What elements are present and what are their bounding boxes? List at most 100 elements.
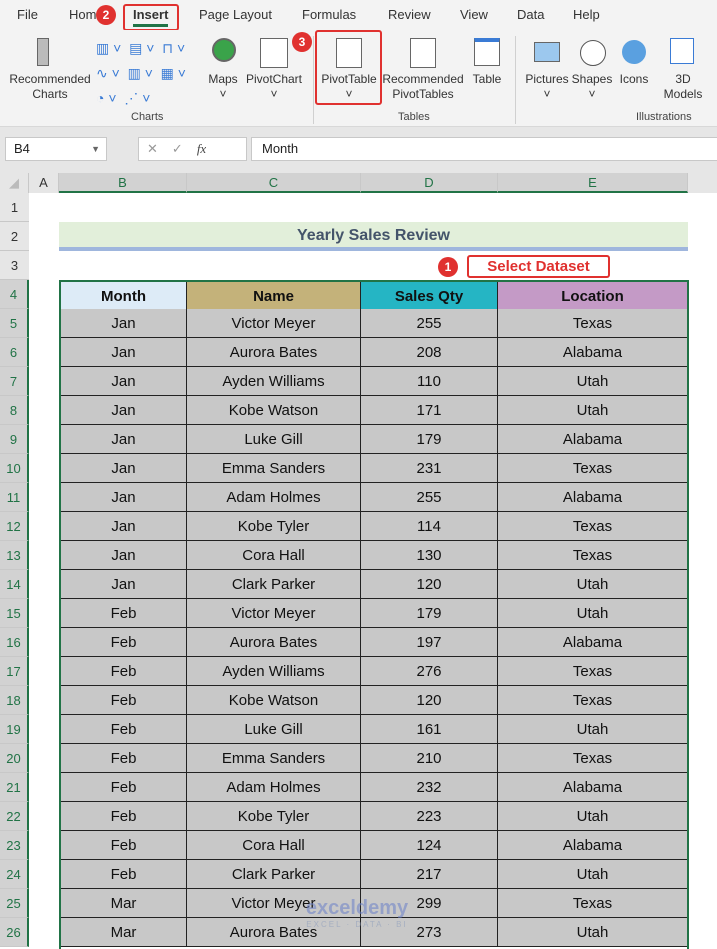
table-header-cell[interactable]: Month xyxy=(61,282,187,311)
table-cell[interactable]: Texas xyxy=(498,309,688,338)
table-cell[interactable]: Jan xyxy=(61,454,187,483)
shapes-button[interactable]: Shapes ˅ xyxy=(571,72,613,102)
table-cell[interactable]: Luke Gill xyxy=(187,425,361,454)
row-header-10[interactable]: 10 xyxy=(0,454,29,483)
table-cell[interactable]: 255 xyxy=(361,483,498,512)
table-cell[interactable]: Ayden Williams xyxy=(187,367,361,396)
tab-help[interactable]: Help xyxy=(573,7,600,22)
column-header-d[interactable]: D xyxy=(361,173,498,193)
row-header-19[interactable]: 19 xyxy=(0,715,29,744)
row-header-12[interactable]: 12 xyxy=(0,512,29,541)
table-cell[interactable]: Aurora Bates xyxy=(187,628,361,657)
table-cell[interactable]: Victor Meyer xyxy=(187,309,361,338)
table-cell[interactable]: Jan xyxy=(61,512,187,541)
table-cell[interactable]: Ayden Williams xyxy=(187,657,361,686)
table-cell[interactable]: Utah xyxy=(498,367,688,396)
table-cell[interactable]: Cora Hall xyxy=(187,541,361,570)
table-cell[interactable]: Clark Parker xyxy=(187,860,361,889)
row-header-26[interactable]: 26 xyxy=(0,918,29,947)
table-cell[interactable]: 231 xyxy=(361,454,498,483)
table-button[interactable]: Table xyxy=(468,72,506,87)
row-header-17[interactable]: 17 xyxy=(0,657,29,686)
row-header-4[interactable]: 4 xyxy=(0,280,29,309)
table-cell[interactable]: Jan xyxy=(61,309,187,338)
row-header-13[interactable]: 13 xyxy=(0,541,29,570)
row-header-5[interactable]: 5 xyxy=(0,309,29,338)
pivotchart-button[interactable]: PivotChart ˅ xyxy=(243,72,305,102)
table-cell[interactable]: Feb xyxy=(61,831,187,860)
table-cell[interactable]: 110 xyxy=(361,367,498,396)
table-cell[interactable]: Jan xyxy=(61,367,187,396)
table-cell[interactable]: Feb xyxy=(61,628,187,657)
table-cell[interactable]: Kobe Tyler xyxy=(187,802,361,831)
table-cell[interactable]: 232 xyxy=(361,773,498,802)
table-cell[interactable]: Feb xyxy=(61,715,187,744)
row-header-15[interactable]: 15 xyxy=(0,599,29,628)
table-cell[interactable]: 179 xyxy=(361,599,498,628)
row-header-14[interactable]: 14 xyxy=(0,570,29,599)
table-cell[interactable]: Jan xyxy=(61,425,187,454)
table-cell[interactable]: Alabama xyxy=(498,425,688,454)
formula-input[interactable]: Month xyxy=(251,137,717,161)
table-cell[interactable]: 130 xyxy=(361,541,498,570)
table-cell[interactable]: Texas xyxy=(498,744,688,773)
table-cell[interactable]: Utah xyxy=(498,715,688,744)
table-cell[interactable]: Texas xyxy=(498,512,688,541)
table-cell[interactable]: Kobe Watson xyxy=(187,396,361,425)
table-cell[interactable]: 208 xyxy=(361,338,498,367)
table-cell[interactable]: Utah xyxy=(498,918,688,947)
row-header-16[interactable]: 16 xyxy=(0,628,29,657)
table-cell[interactable]: Feb xyxy=(61,802,187,831)
table-cell[interactable]: Texas xyxy=(498,454,688,483)
tab-view[interactable]: View xyxy=(460,7,488,22)
table-cell[interactable]: Clark Parker xyxy=(187,570,361,599)
table-header-cell[interactable]: Sales Qty xyxy=(361,282,498,311)
table-cell[interactable]: Alabama xyxy=(498,628,688,657)
table-cell[interactable]: Texas xyxy=(498,889,688,918)
row-header-25[interactable]: 25 xyxy=(0,889,29,918)
table-cell[interactable]: 171 xyxy=(361,396,498,425)
table-cell[interactable]: Aurora Bates xyxy=(187,338,361,367)
row-header-1[interactable]: 1 xyxy=(0,193,29,222)
tab-formulas[interactable]: Formulas xyxy=(302,7,356,22)
insert-function-button[interactable]: fx xyxy=(197,141,206,156)
table-cell[interactable]: 120 xyxy=(361,570,498,599)
table-cell[interactable]: Emma Sanders xyxy=(187,454,361,483)
table-cell[interactable]: Emma Sanders xyxy=(187,744,361,773)
table-cell[interactable]: Alabama xyxy=(498,773,688,802)
row-header-21[interactable]: 21 xyxy=(0,773,29,802)
table-cell[interactable]: 276 xyxy=(361,657,498,686)
table-cell[interactable]: Mar xyxy=(61,918,187,947)
table-cell[interactable]: 197 xyxy=(361,628,498,657)
table-cell[interactable]: 217 xyxy=(361,860,498,889)
table-cell[interactable]: Utah xyxy=(498,599,688,628)
row-header-24[interactable]: 24 xyxy=(0,860,29,889)
table-cell[interactable]: Victor Meyer xyxy=(187,599,361,628)
select-all-button[interactable]: ◢ xyxy=(0,173,29,193)
table-cell[interactable]: Jan xyxy=(61,483,187,512)
tab-review[interactable]: Review xyxy=(388,7,431,22)
table-cell[interactable]: Feb xyxy=(61,599,187,628)
tab-page-layout[interactable]: Page Layout xyxy=(199,7,272,22)
table-cell[interactable]: Alabama xyxy=(498,483,688,512)
table-header-cell[interactable]: Location xyxy=(498,282,688,311)
table-cell[interactable]: 255 xyxy=(361,309,498,338)
table-cell[interactable]: Alabama xyxy=(498,338,688,367)
icons-button[interactable]: Icons xyxy=(616,72,652,87)
row-header-22[interactable]: 22 xyxy=(0,802,29,831)
recommended-pivottables-button[interactable]: Recommended PivotTables xyxy=(381,72,465,102)
column-header-a[interactable]: A xyxy=(29,173,59,193)
table-cell[interactable]: 179 xyxy=(361,425,498,454)
table-cell[interactable]: Jan xyxy=(61,338,187,367)
table-cell[interactable]: Utah xyxy=(498,860,688,889)
name-box[interactable]: B4 ▼ xyxy=(5,137,107,161)
table-cell[interactable]: Jan xyxy=(61,396,187,425)
row-header-18[interactable]: 18 xyxy=(0,686,29,715)
tab-file[interactable]: File xyxy=(17,7,38,22)
recommended-charts-button[interactable]: Recommended Charts xyxy=(5,72,95,102)
table-cell[interactable]: Utah xyxy=(498,396,688,425)
table-cell[interactable]: Texas xyxy=(498,686,688,715)
row-header-6[interactable]: 6 xyxy=(0,338,29,367)
table-cell[interactable]: 124 xyxy=(361,831,498,860)
table-cell[interactable]: Alabama xyxy=(498,831,688,860)
